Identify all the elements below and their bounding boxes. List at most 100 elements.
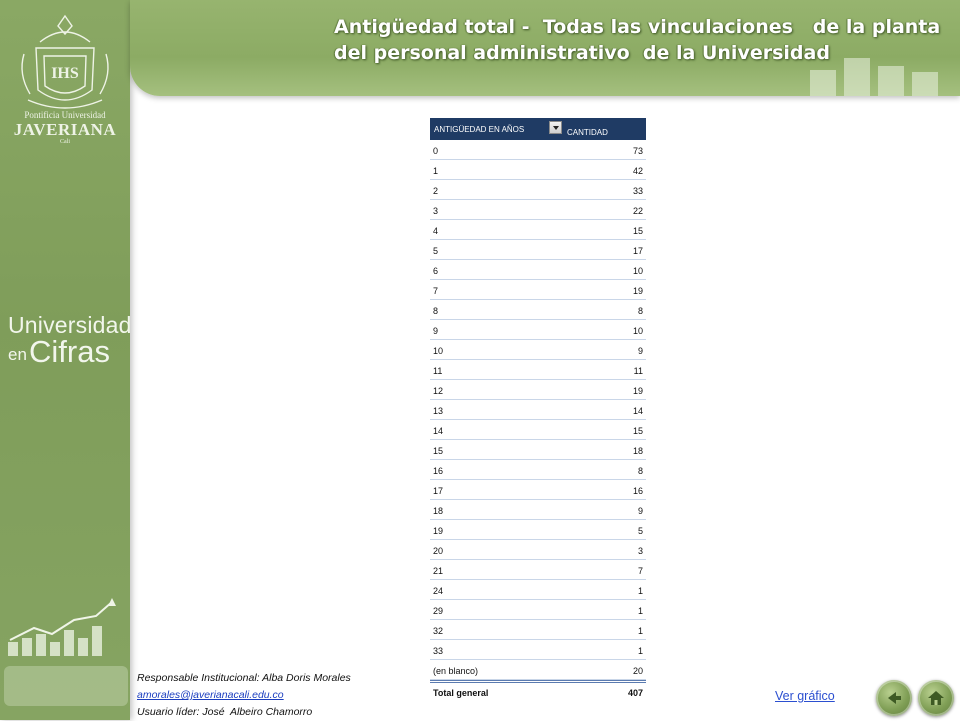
table-row: 12 19 — [430, 380, 646, 400]
table-row: 29 1 — [430, 600, 646, 620]
table-row: 88 — [430, 300, 646, 320]
table-row: 1 42 — [430, 160, 646, 180]
table-row: 17 16 — [430, 480, 646, 500]
row-antiguedad: 0 — [433, 146, 439, 156]
row-cantidad: 42 — [632, 166, 643, 176]
logo-line-2: JAVERIANA — [13, 120, 117, 139]
table-row: 5 17 — [430, 240, 646, 260]
table-row: 20 3 — [430, 540, 646, 560]
row-antiguedad: 3 — [433, 206, 439, 216]
table-row: 4 15 — [430, 220, 646, 240]
row-cantidad: 10 — [632, 326, 643, 336]
home-icon — [928, 691, 944, 705]
row-cantidad: 7 — [637, 566, 643, 576]
table-row: (en blanco) 20 — [430, 660, 646, 680]
table-row: 18 9 — [430, 500, 646, 520]
row-antiguedad: 5 — [433, 246, 439, 256]
arrow-left-icon — [888, 692, 901, 704]
row-antiguedad: 33 — [433, 646, 444, 656]
row-cantidad: 33 — [632, 186, 643, 196]
svg-text:IHS: IHS — [51, 65, 79, 82]
row-cantidad: 15 — [632, 226, 643, 236]
table-row: 9 10 — [430, 320, 646, 340]
table-row: 10 9 — [430, 340, 646, 360]
table-row: 16 8 — [430, 460, 646, 480]
row-antiguedad: 24 — [433, 586, 444, 596]
row-cantidad: 5 — [637, 526, 643, 536]
row-antiguedad: 7 — [433, 286, 439, 296]
row-cantidad: 73 — [632, 146, 643, 156]
page-title: Antigüedad total - Todas las vinculacion… — [334, 14, 941, 66]
table-row: 2 33 — [430, 180, 646, 200]
header-banner: Antigüedad total - Todas las vinculacion… — [130, 0, 960, 96]
table-row: 6 10 — [430, 260, 646, 280]
row-antiguedad: 29 — [433, 606, 444, 616]
table-row: 13 14 — [430, 400, 646, 420]
row-cantidad: 10 — [632, 266, 643, 276]
row-cantidad: 11 — [633, 366, 643, 376]
row-cantidad: 18 — [632, 446, 643, 456]
row-cantidad: 17 — [632, 246, 643, 256]
row-antiguedad: 10 — [433, 346, 444, 356]
row-cantidad: 19 — [632, 286, 643, 296]
logo-line-1: Pontificia Universidad — [24, 110, 106, 120]
row-antiguedad: 11 — [433, 366, 443, 376]
row-cantidad: 1 — [637, 606, 643, 616]
row-antiguedad: 18 — [433, 506, 444, 516]
row-cantidad: 20 — [632, 666, 643, 676]
row-antiguedad: 4 — [433, 226, 439, 236]
row-antiguedad: 1 — [433, 166, 439, 176]
row-antiguedad: 17 — [433, 486, 444, 496]
row-cantidad: 15 — [632, 426, 643, 436]
back-button[interactable] — [876, 680, 912, 716]
row-cantidad: 16 — [632, 486, 643, 496]
logo-line-3: Cali — [60, 139, 70, 145]
table-row: 0 73 — [430, 140, 646, 160]
usuario-lider-text: Usuario líder: José Albeiro Chamorro — [137, 706, 313, 718]
email-link[interactable]: amorales@javerianacali.edu.co — [137, 689, 284, 701]
table-header: ANTIGÜEDAD EN AÑOS CANTIDAD — [430, 118, 646, 140]
row-cantidad: 1 — [637, 646, 643, 656]
brand-cifras: Cifras — [29, 334, 110, 369]
brand-en: en — [8, 345, 27, 364]
row-cantidad: 8 — [637, 466, 643, 476]
table-row: 15 18 — [430, 440, 646, 460]
table-body: 0 73 1 42 2 33 3 22 4 15 5 17 6 10 7 19 8 8 9 10 10 9 11 11 12 19… — [430, 140, 646, 680]
row-cantidad: 22 — [632, 206, 643, 216]
banner-bar — [810, 70, 836, 96]
row-cantidad: 1 — [637, 586, 643, 596]
row-antiguedad: 20 — [433, 546, 444, 556]
row-antiguedad: 32 — [433, 626, 444, 636]
home-button[interactable] — [918, 680, 954, 716]
table-row: 14 15 — [430, 420, 646, 440]
row-antiguedad: (en blanco) — [433, 666, 479, 676]
row-cantidad: 8 — [637, 306, 643, 316]
table-row: 11 11 — [430, 360, 646, 380]
table-row: 21 7 — [430, 560, 646, 580]
table-row: 33 1 — [430, 640, 646, 660]
table-row: 3 22 — [430, 200, 646, 220]
row-antiguedad: 14 — [433, 426, 444, 436]
responsable-text: Responsable Institucional: Alba Doris Mo… — [137, 672, 351, 684]
table-row: 24 1 — [430, 580, 646, 600]
row-antiguedad: 21 — [433, 566, 444, 576]
ver-grafico-link[interactable]: Ver gráfico — [775, 689, 835, 703]
row-antiguedad: 13 — [433, 406, 444, 416]
growth-chart-decoration-icon — [4, 598, 128, 706]
table-row: 7 19 — [430, 280, 646, 300]
column-header-antiguedad: ANTIGÜEDAD EN AÑOS — [434, 125, 525, 134]
sidebar: IHS Pontificia Universidad JAVERIANA Cal… — [0, 0, 131, 720]
page-title-line-1: Antigüedad total - Todas las vinculacion… — [334, 16, 941, 38]
banner-bar — [912, 72, 938, 96]
footer-credits: Responsable Institucional: Alba Doris Mo… — [137, 670, 351, 721]
filter-dropdown-icon[interactable] — [549, 121, 562, 134]
table-row: 19 5 — [430, 520, 646, 540]
total-value: 407 — [627, 688, 643, 698]
column-header-cantidad: CANTIDAD — [567, 128, 608, 137]
row-antiguedad: 9 — [433, 326, 439, 336]
total-label: Total general — [433, 688, 489, 698]
row-cantidad: 14 — [632, 406, 643, 416]
row-antiguedad: 8 — [433, 306, 439, 316]
row-antiguedad: 2 — [433, 186, 439, 196]
row-antiguedad: 12 — [433, 386, 444, 396]
